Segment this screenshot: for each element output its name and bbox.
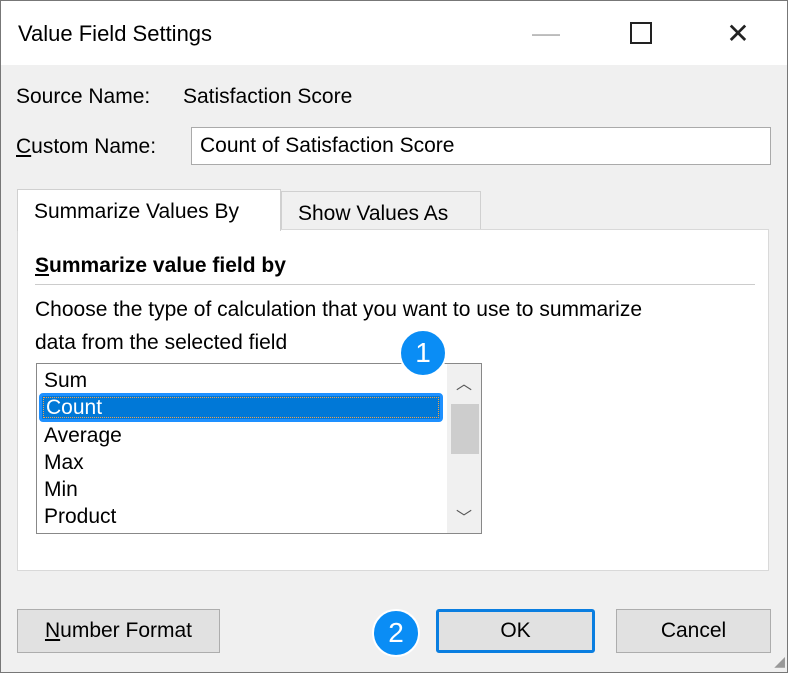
resize-grip-icon[interactable]: ◢ <box>774 653 785 670</box>
dialog-title: Value Field Settings <box>18 21 213 46</box>
minimize-icon: — <box>532 17 560 48</box>
custom-name-label: Custom Name: <box>16 135 157 158</box>
maximize-button[interactable] <box>618 11 664 55</box>
scroll-down-icon[interactable]: ﹀ <box>456 504 472 528</box>
source-name-value: Satisfaction Score <box>183 85 353 108</box>
source-name-label: Source Name: <box>16 85 151 108</box>
cancel-button[interactable]: Cancel <box>616 609 771 653</box>
description-line-1: Choose the type of calculation that you … <box>35 298 643 321</box>
value-field-settings-dialog: Value Field Settings — ✕ Source Name: Sa… <box>0 0 788 673</box>
list-item[interactable]: Max <box>44 449 84 476</box>
step-badge-1: 1 <box>399 329 447 377</box>
list-item-selected[interactable]: Count <box>39 393 443 422</box>
list-item[interactable]: Average <box>44 422 122 449</box>
tab-show-values-as[interactable]: Show Values As <box>281 191 481 229</box>
scrollbar-thumb[interactable] <box>451 404 479 454</box>
title-bar: Value Field Settings — ✕ <box>1 1 787 65</box>
step-badge-2: 2 <box>372 609 420 657</box>
custom-name-input[interactable]: Count of Satisfaction Score <box>191 127 771 165</box>
section-heading: Summarize value field by <box>35 254 286 277</box>
scroll-up-icon[interactable]: ︿ <box>456 370 472 394</box>
calculation-listbox[interactable]: Sum Count Average Max Min Product ︿ ﹀ <box>36 363 482 534</box>
close-button[interactable]: ✕ <box>715 11 761 55</box>
scrollbar[interactable]: ︿ ﹀ <box>447 364 481 533</box>
list-item[interactable]: Product <box>44 503 116 530</box>
tab-summarize-values-by[interactable]: Summarize Values By <box>17 189 281 231</box>
number-format-button[interactable]: Number Format <box>17 609 220 653</box>
description-line-2: data from the selected field <box>35 331 288 354</box>
ok-button[interactable]: OK <box>436 609 595 653</box>
list-item[interactable]: Min <box>44 476 78 503</box>
divider <box>35 284 755 285</box>
list-item[interactable]: Sum <box>44 367 87 394</box>
